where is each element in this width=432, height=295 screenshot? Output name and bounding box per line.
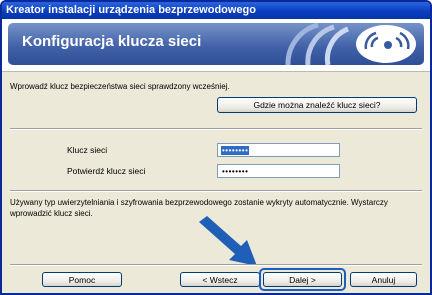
divider-top — [10, 128, 422, 130]
wireless-signal-icon — [285, 23, 416, 65]
header-banner: Konfiguracja klucza sieci — [2, 19, 430, 72]
header-bar: Konfiguracja klucza sieci — [8, 23, 424, 65]
page-title: Konfiguracja klucza sieci — [22, 33, 202, 50]
confirm-key-label: Potwierdź klucz sieci — [67, 166, 146, 176]
network-key-field[interactable]: •••••••• — [217, 143, 340, 157]
network-key-label: Klucz sieci — [67, 145, 108, 155]
wizard-window: Kreator instalacji urządzenia bezprzewod… — [0, 0, 432, 295]
confirm-key-field[interactable]: •••••••• — [217, 164, 340, 178]
network-key-value: •••••••• — [221, 146, 250, 155]
divider-middle — [10, 190, 422, 192]
divider-bottom — [10, 264, 422, 266]
intro-text: Wprowadź klucz bezpieczeństwa sieci spra… — [10, 82, 230, 91]
where-find-key-button[interactable]: Gdzie można znaleźć klucz sieci? — [217, 97, 417, 113]
confirm-key-value: •••••••• — [222, 167, 249, 176]
cancel-button[interactable]: Anuluj — [350, 272, 417, 287]
help-button[interactable]: Pomoc — [42, 272, 122, 287]
back-button[interactable]: < Wstecz — [180, 272, 260, 287]
window-title: Kreator instalacji urządzenia bezprzewod… — [2, 2, 430, 19]
next-button[interactable]: Dalej > — [263, 272, 342, 287]
